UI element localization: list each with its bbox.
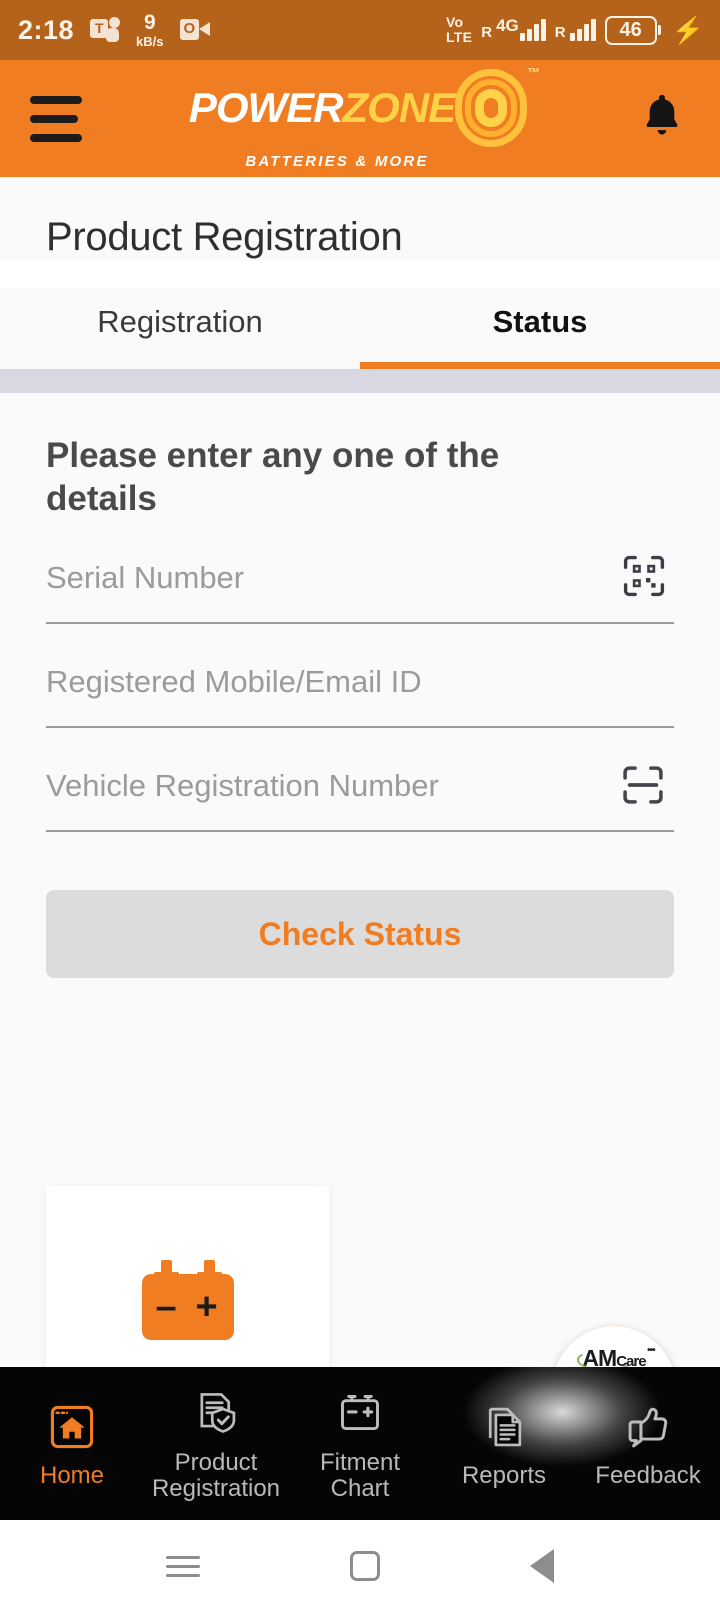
- tab-divider: [0, 369, 720, 393]
- serial-number-placeholder: Serial Number: [46, 560, 245, 596]
- bell-icon[interactable]: [640, 91, 684, 146]
- nav-item-product-registration[interactable]: Product Registration: [144, 1385, 288, 1503]
- powerzone-logo: POWERZONE ™ BATTERIES & MORE: [0, 60, 720, 177]
- volte-icon: Vo LTE: [446, 15, 472, 44]
- battery-minus-symbol: –: [155, 1286, 177, 1328]
- nav-item-reports[interactable]: Reports: [432, 1398, 576, 1489]
- nav-item-fitment-chart[interactable]: Fitment Chart: [288, 1385, 432, 1503]
- nav-item-home[interactable]: Home: [0, 1398, 144, 1489]
- vehicle-registration-placeholder: Vehicle Registration Number: [46, 768, 439, 804]
- tab-registration[interactable]: Registration: [0, 288, 360, 369]
- battery-icon: – +: [141, 1260, 234, 1340]
- logo-swoosh-icon: ™: [451, 65, 540, 149]
- qr-code-scan-icon[interactable]: [620, 552, 668, 605]
- status-bar-right: Vo LTE R 4G R 46 ⚡: [446, 0, 704, 60]
- network-speed-value: 9: [143, 11, 156, 34]
- app-header-bar: POWERZONE ™ BATTERIES & MORE: [0, 60, 720, 177]
- recents-icon[interactable]: [166, 1555, 200, 1577]
- sim2-signal-icon: R: [555, 19, 596, 41]
- page-title-bar: Product Registration: [0, 177, 720, 260]
- mobile-email-field[interactable]: Registered Mobile/Email ID: [46, 664, 674, 729]
- status-bar-left: 2:18 9 kB/s: [18, 12, 210, 48]
- volte-line-1: Vo: [445, 14, 464, 31]
- status-bar-clock: 2:18: [18, 14, 75, 45]
- document-shield-check-icon: [191, 1385, 241, 1443]
- battery-plus-symbol: +: [195, 1286, 218, 1328]
- charging-bolt-icon: ⚡: [671, 14, 704, 45]
- serial-number-field[interactable]: Serial Number: [46, 556, 674, 625]
- android-system-navigation-bar: [0, 1520, 720, 1612]
- form-heading: Please enter any one of the details: [46, 436, 500, 518]
- hamburger-menu-icon[interactable]: [30, 95, 82, 142]
- nav-label-home: Home: [39, 1461, 105, 1489]
- network-speed-indicator: 9 kB/s: [136, 12, 163, 48]
- home-icon: [47, 1398, 97, 1456]
- battery-indicator: 46: [604, 15, 661, 45]
- microsoft-teams-icon: [90, 17, 121, 43]
- nav-label-reports: Reports: [461, 1461, 547, 1489]
- status-form-panel: Please enter any one of the details Seri…: [0, 393, 720, 1450]
- bottom-navigation-bar: Home Product Registration Fitment Chart …: [0, 1357, 720, 1520]
- sim2-roaming-label: R: [554, 24, 566, 41]
- logo-text-zone: ZONE: [342, 84, 457, 131]
- logo-text-power: POWER: [188, 84, 344, 131]
- mobile-email-placeholder: Registered Mobile/Email ID: [46, 664, 422, 700]
- volte-line-2: LTE: [445, 29, 473, 45]
- logo-trademark: ™: [527, 65, 541, 80]
- battery-outline-icon: [335, 1385, 385, 1443]
- sim1-signal-icon: R 4G: [481, 16, 546, 41]
- nav-item-feedback[interactable]: Feedback: [576, 1398, 720, 1489]
- license-plate-scan-icon[interactable]: [618, 760, 668, 815]
- logo-tagline: BATTERIES & MORE: [245, 153, 429, 170]
- battery-percent-label: 46: [604, 15, 657, 45]
- check-status-button[interactable]: Check Status: [46, 890, 674, 979]
- page-title: Product Registration: [46, 215, 403, 259]
- documents-icon: [479, 1398, 529, 1456]
- thumbs-up-icon: [623, 1398, 673, 1456]
- network-speed-unit: kB/s: [136, 34, 164, 49]
- sim1-roaming-label: R: [481, 24, 493, 41]
- tab-bar: Registration Status: [0, 288, 720, 369]
- amcare-logo-dots-icon: •••: [647, 1344, 655, 1356]
- nav-label-feedback: Feedback: [595, 1461, 701, 1489]
- back-triangle-icon[interactable]: [530, 1549, 554, 1583]
- network-type-label: 4G: [496, 16, 519, 35]
- tab-status[interactable]: Status: [360, 288, 720, 369]
- home-square-icon[interactable]: [350, 1551, 380, 1581]
- system-status-bar: 2:18 9 kB/s Vo LTE R 4G R 46 ⚡: [0, 0, 720, 60]
- microsoft-outlook-icon: [179, 18, 210, 42]
- vehicle-registration-field[interactable]: Vehicle Registration Number: [46, 766, 674, 833]
- nav-label-fitment-chart: Fitment Chart: [319, 1448, 400, 1502]
- nav-label-product-registration: Product Registration: [151, 1448, 281, 1502]
